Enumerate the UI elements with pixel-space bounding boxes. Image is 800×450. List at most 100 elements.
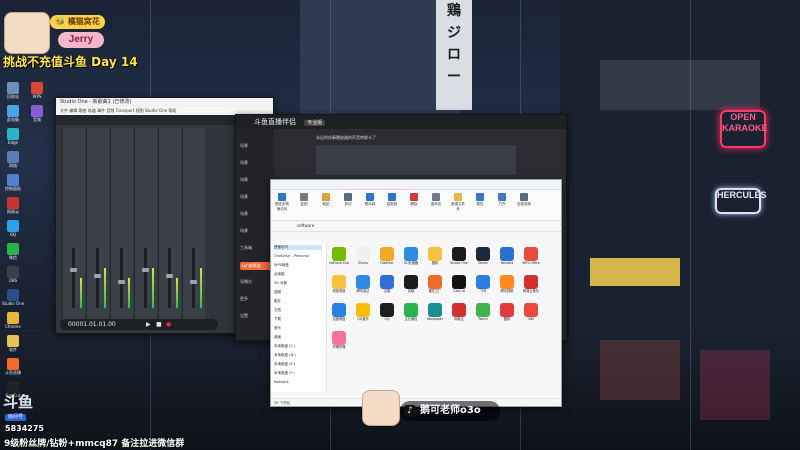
ribbon-button[interactable]: 打开: [495, 193, 509, 207]
mixer-channel[interactable]: [134, 128, 157, 328]
app-shortcut[interactable]: 百度网盘: [329, 303, 349, 321]
ribbon-button[interactable]: 移动到: [363, 193, 377, 207]
desktop-icon[interactable]: 网络: [2, 151, 24, 168]
nav-item[interactable]: 此电脑: [274, 272, 285, 277]
desktop-icon[interactable]: 微信: [2, 243, 24, 260]
companion-sidebar-item[interactable]: 导播台: [240, 279, 272, 285]
mixer-channel[interactable]: [182, 128, 205, 328]
desktop-icon[interactable]: 回收站: [2, 82, 24, 99]
companion-sidebar-item[interactable]: 场景: [240, 194, 272, 200]
ribbon-button[interactable]: 复制到: [385, 193, 399, 207]
nav-item[interactable]: 本地磁盘 (C:): [274, 344, 295, 349]
companion-sidebar-item[interactable]: 工具箱: [240, 245, 272, 251]
ribbon-button[interactable]: 属性: [473, 193, 487, 207]
ribbon-button[interactable]: 固定到快速访问: [275, 193, 289, 212]
fader-knob[interactable]: [94, 274, 101, 278]
nav-item[interactable]: 桌面: [274, 335, 281, 340]
nav-item[interactable]: 本地磁盘 (F:): [274, 371, 295, 376]
app-shortcut[interactable]: QQ音乐: [353, 303, 373, 321]
ribbon-button[interactable]: 全部选择: [517, 193, 531, 207]
nav-item[interactable]: OneDrive - Personal: [274, 254, 309, 258]
nav-item[interactable]: 快速访问: [274, 245, 322, 250]
nav-item[interactable]: 本地磁盘 (D:): [274, 353, 296, 358]
nav-item[interactable]: 文档: [274, 308, 281, 313]
nav-item[interactable]: WPS网盘: [274, 263, 289, 268]
app-shortcut[interactable]: Studio One: [449, 247, 469, 265]
app-shortcut[interactable]: 腾讯视频: [497, 275, 517, 293]
nav-item[interactable]: 图片: [274, 299, 281, 304]
nav-item[interactable]: 音乐: [274, 326, 281, 331]
desktop-icon[interactable]: 网易云: [2, 197, 24, 214]
app-shortcut[interactable]: 企业微信: [401, 303, 421, 321]
play-icon[interactable]: ▶: [146, 319, 151, 330]
app-shortcut[interactable]: FabFilter: [377, 247, 397, 265]
companion-sidebar-item[interactable]: 设置: [240, 313, 272, 319]
fader-knob[interactable]: [70, 268, 77, 272]
app-shortcut[interactable]: 格式工厂: [425, 275, 445, 293]
app-shortcut[interactable]: CapCut: [449, 275, 469, 293]
app-shortcut[interactable]: 网易有道: [329, 275, 349, 293]
app-shortcut[interactable]: 迅雷: [377, 275, 397, 293]
app-shortcut[interactable]: 酷狗: [497, 303, 517, 321]
mixer-channel[interactable]: [158, 128, 181, 328]
app-shortcut[interactable]: QQ: [377, 303, 397, 321]
app-shortcut[interactable]: 哔哩哔哩: [329, 331, 349, 349]
nav-item[interactable]: 视频: [274, 290, 281, 295]
nav-item[interactable]: 本地磁盘 (E:): [274, 362, 295, 367]
app-shortcut[interactable]: GeForce Experience: [329, 247, 349, 265]
ribbon-button[interactable]: 粘贴: [319, 193, 333, 207]
companion-sidebar-item[interactable]: 更多: [240, 296, 272, 302]
desktop-icon[interactable]: 此电脑: [2, 105, 24, 122]
app-shortcut[interactable]: Wallpaper: [425, 303, 445, 321]
record-icon[interactable]: ●: [166, 319, 171, 330]
fader-knob[interactable]: [118, 280, 125, 284]
desktop-icon[interactable]: Studio One: [2, 289, 24, 306]
app-shortcut[interactable]: 剪映: [401, 275, 421, 293]
desktop-icon[interactable]: Edge: [2, 128, 24, 145]
ribbon-button[interactable]: 复制: [297, 193, 311, 207]
app-shortcut[interactable]: Yamaha: [497, 247, 517, 265]
app-shortcut[interactable]: iTunes: [353, 247, 373, 265]
mixer-channel[interactable]: [110, 128, 133, 328]
companion-sidebar-item[interactable]: 场景: [240, 143, 272, 149]
fader-knob[interactable]: [142, 268, 149, 272]
address-bar[interactable]: software: [271, 221, 561, 232]
fader-knob[interactable]: [190, 280, 197, 284]
ribbon-button[interactable]: 剪切: [341, 193, 355, 207]
desktop-icon[interactable]: 控制面板: [2, 174, 24, 191]
nav-item[interactable]: 3D 对象: [274, 281, 287, 286]
mixer-channel[interactable]: [86, 128, 109, 328]
app-shortcut[interactable]: 飞书: [473, 275, 493, 293]
file-explorer-window[interactable]: 文件主页共享查看快捷方式工具应用程序工具 固定到快速访问 复制 粘贴 剪切 移动到 复制到…: [270, 179, 562, 407]
companion-sidebar-item[interactable]: 场景: [240, 160, 272, 166]
app-shortcut[interactable]: 网易云音乐: [521, 275, 541, 293]
ribbon-button[interactable]: 删除: [407, 193, 421, 207]
transport-bar[interactable]: 00001.01.01.00 ▶ ■ ●: [60, 319, 218, 330]
ribbon-button[interactable]: 新建文件夹: [451, 193, 465, 212]
app-shortcut[interactable]: Steam: [473, 247, 493, 265]
desktop-icon[interactable]: 音频: [26, 105, 48, 122]
companion-sidebar-item[interactable]: 场景: [240, 211, 272, 217]
app-shortcut[interactable]: 腾讯会议: [353, 275, 373, 293]
desktop-icon[interactable]: 软件: [2, 335, 24, 352]
companion-sidebar-item[interactable]: Lyn效果器: [240, 262, 274, 270]
fader-knob[interactable]: [166, 274, 173, 278]
companion-sidebar-item[interactable]: 场景: [240, 177, 272, 183]
ribbon-button[interactable]: 重命名: [429, 193, 443, 207]
mixer-channel[interactable]: [62, 128, 85, 328]
desktop-icon[interactable]: 斗鱼直播: [2, 358, 24, 375]
app-shortcut[interactable]: WPS Office: [521, 247, 541, 265]
nav-item[interactable]: Network: [274, 380, 289, 384]
desktop-icon[interactable]: OBS: [2, 266, 24, 283]
desktop-icon[interactable]: QQ: [2, 220, 24, 237]
app-shortcut[interactable]: Twitch: [473, 303, 493, 321]
desktop-icon[interactable]: WPS: [26, 82, 48, 99]
desktop-icon[interactable]: Chrome: [2, 312, 24, 329]
app-shortcut[interactable]: 网易云: [449, 303, 469, 321]
app-shortcut[interactable]: OBS: [521, 303, 541, 321]
app-shortcut[interactable]: 猎豹: [425, 247, 445, 265]
app-shortcut[interactable]: UU加速器: [401, 247, 421, 265]
nav-item[interactable]: 下载: [274, 317, 281, 322]
companion-sidebar-item[interactable]: 场景: [240, 228, 272, 234]
stop-icon[interactable]: ■: [156, 319, 162, 330]
